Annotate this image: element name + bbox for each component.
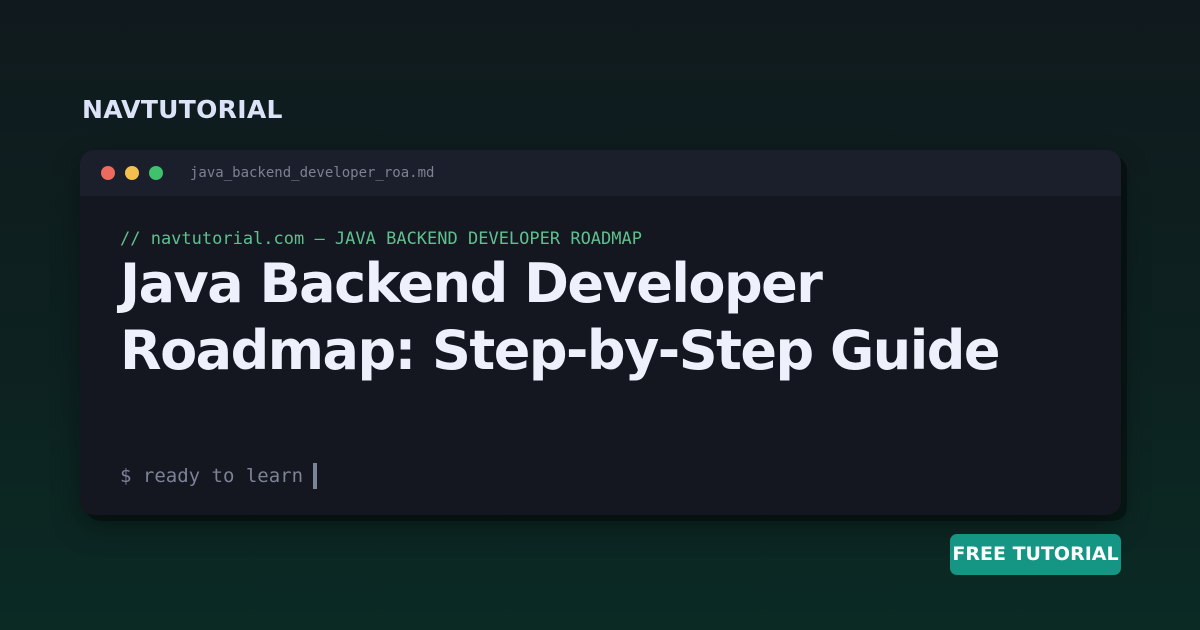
prompt-text: $ ready to learn (120, 465, 304, 487)
terminal-prompt: $ ready to learn (120, 462, 318, 490)
free-tutorial-badge: FREE TUTORIAL (950, 534, 1121, 575)
window-titlebar: java_backend_developer_roa.md (80, 150, 1121, 196)
window-filename: java_backend_developer_roa.md (190, 165, 435, 181)
maximize-window-dot-icon (149, 166, 163, 180)
page-title: Java Backend Developer Roadmap: Step-by-… (120, 252, 1001, 382)
brand-logo-text: NAVTUTORIAL (82, 95, 283, 124)
text-cursor-icon (313, 463, 318, 489)
terminal-window: java_backend_developer_roa.md // navtuto… (80, 150, 1121, 515)
code-comment-line: // navtutorial.com — JAVA BACKEND DEVELO… (120, 229, 642, 249)
close-window-dot-icon (101, 166, 115, 180)
minimize-window-dot-icon (125, 166, 139, 180)
